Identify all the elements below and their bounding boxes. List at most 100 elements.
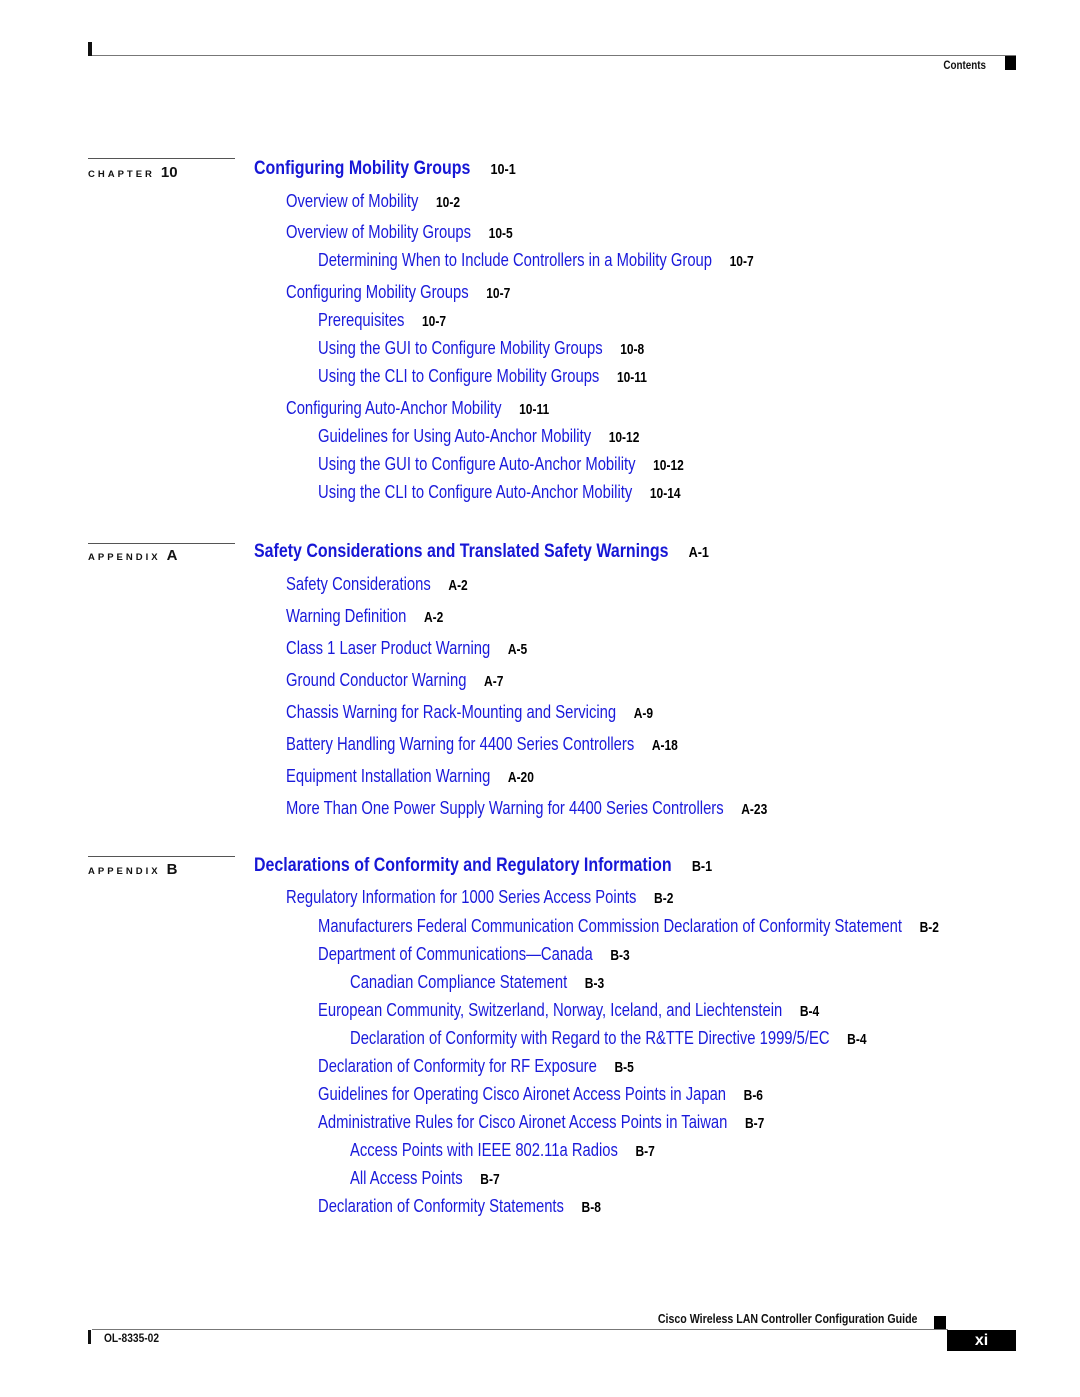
toc-entry[interactable]: Manufacturers Federal Communication Comm… bbox=[318, 915, 939, 937]
toc-entry-text[interactable]: Overview of Mobility Groups bbox=[286, 221, 471, 242]
toc-entry[interactable]: Department of Communications—Canada B-3 bbox=[318, 943, 630, 965]
toc-entry-text[interactable]: Chassis Warning for Rack-Mounting and Se… bbox=[286, 701, 616, 722]
toc-entry[interactable]: Prerequisites 10-7 bbox=[318, 309, 446, 331]
toc-entry-text[interactable]: Using the GUI to Configure Auto-Anchor M… bbox=[318, 453, 636, 474]
toc-entry[interactable]: Access Points with IEEE 802.11a Radios B-… bbox=[350, 1139, 655, 1161]
toc-entry-text[interactable]: Configuring Mobility Groups bbox=[286, 281, 469, 302]
toc-page-number: B-4 bbox=[847, 1031, 867, 1048]
toc-page-number: 10-12 bbox=[608, 429, 640, 446]
toc-entry[interactable]: Administrative Rules for Cisco Aironet A… bbox=[318, 1111, 764, 1133]
section-rule bbox=[88, 543, 235, 544]
toc-entry[interactable]: Safety Considerations A-2 bbox=[286, 573, 468, 595]
toc-page-number: A-9 bbox=[633, 705, 654, 722]
toc-page-number: A-7 bbox=[484, 673, 504, 690]
toc-entry[interactable]: Declaration of Conformity Statements B-8 bbox=[318, 1195, 601, 1217]
toc-title-text[interactable]: Safety Considerations and Translated Saf… bbox=[254, 541, 668, 562]
toc-entry-text[interactable]: Overview of Mobility bbox=[286, 190, 418, 211]
toc-entry[interactable]: Class 1 Laser Product Warning A-5 bbox=[286, 637, 527, 659]
toc-entry-text[interactable]: Declaration of Conformity for RF Exposur… bbox=[318, 1055, 597, 1076]
toc-entry[interactable]: Declaration of Conformity with Regard to… bbox=[350, 1027, 867, 1049]
toc-title-appendix-b[interactable]: Declarations of Conformity and Regulator… bbox=[254, 855, 712, 877]
toc-entry[interactable]: All Access Points B-7 bbox=[350, 1167, 500, 1189]
section-rule bbox=[88, 856, 235, 857]
toc-entry-text[interactable]: Administrative Rules for Cisco Aironet A… bbox=[318, 1111, 727, 1132]
toc-entry[interactable]: Configuring Auto-Anchor Mobility 10-11 bbox=[286, 397, 549, 419]
toc-page-number: B-2 bbox=[654, 890, 674, 907]
footer-page-number: xi bbox=[947, 1330, 1016, 1351]
section-kind: APPENDIX bbox=[88, 866, 161, 877]
toc-entry-text[interactable]: Warning Definition bbox=[286, 605, 406, 626]
toc-entry-text[interactable]: Safety Considerations bbox=[286, 573, 431, 594]
toc-entry-text[interactable]: Prerequisites bbox=[318, 309, 404, 330]
section-number: B bbox=[166, 861, 178, 878]
toc-entry-text[interactable]: Guidelines for Operating Cisco Aironet A… bbox=[318, 1083, 726, 1104]
toc-page-number: B-5 bbox=[614, 1059, 634, 1076]
toc-entry[interactable]: European Community, Switzerland, Norway,… bbox=[318, 999, 819, 1021]
toc-entry-text[interactable]: Declaration of Conformity with Regard to… bbox=[350, 1027, 830, 1048]
toc-entry-text[interactable]: Battery Handling Warning for 4400 Series… bbox=[286, 733, 634, 754]
toc-page-number: 10-11 bbox=[519, 401, 550, 418]
toc-entry[interactable]: Regulatory Information for 1000 Series A… bbox=[286, 886, 673, 908]
toc-entry-text[interactable]: Configuring Auto-Anchor Mobility bbox=[286, 397, 502, 418]
toc-entry[interactable]: Battery Handling Warning for 4400 Series… bbox=[286, 733, 678, 755]
footer-guide-title: Cisco Wireless LAN Controller Configurat… bbox=[657, 1312, 917, 1326]
toc-title-appendix-a[interactable]: Safety Considerations and Translated Saf… bbox=[254, 541, 709, 563]
toc-entry-text[interactable]: Manufacturers Federal Communication Comm… bbox=[318, 915, 902, 936]
toc-title-chapter-10[interactable]: Configuring Mobility Groups 10-1 bbox=[254, 158, 516, 180]
toc-entry[interactable]: Ground Conductor Warning A-7 bbox=[286, 669, 503, 691]
section-kind: APPENDIX bbox=[88, 552, 161, 563]
toc-entry[interactable]: Overview of Mobility 10-2 bbox=[286, 190, 460, 212]
header-section-label: Contents bbox=[943, 58, 986, 72]
toc-entry-text[interactable]: Using the CLI to Configure Mobility Grou… bbox=[318, 365, 599, 386]
toc-page-number: 10-1 bbox=[490, 161, 516, 178]
section-number: A bbox=[166, 547, 178, 564]
toc-entry[interactable]: Overview of Mobility Groups 10-5 bbox=[286, 221, 513, 243]
section-label-appendix-a: APPENDIX A bbox=[88, 547, 177, 564]
toc-entry[interactable]: Guidelines for Operating Cisco Aironet A… bbox=[318, 1083, 763, 1105]
toc-page-number: B-3 bbox=[584, 975, 605, 992]
toc-entry[interactable]: Guidelines for Using Auto-Anchor Mobilit… bbox=[318, 425, 639, 447]
toc-entry[interactable]: Equipment Installation Warning A-20 bbox=[286, 765, 534, 787]
toc-entry[interactable]: Using the GUI to Configure Auto-Anchor M… bbox=[318, 453, 684, 475]
toc-entry-text[interactable]: European Community, Switzerland, Norway,… bbox=[318, 999, 782, 1020]
toc-entry[interactable]: Declaration of Conformity for RF Exposur… bbox=[318, 1055, 634, 1077]
toc-page-number: A-23 bbox=[741, 801, 768, 818]
section-kind: CHAPTER bbox=[88, 169, 155, 180]
toc-entry[interactable]: Determining When to Include Controllers … bbox=[318, 249, 754, 271]
toc-entry-text[interactable]: Canadian Compliance Statement bbox=[350, 971, 567, 992]
toc-entry-text[interactable]: Access Points with IEEE 802.11a Radios bbox=[350, 1139, 618, 1160]
toc-entry[interactable]: Canadian Compliance Statement B-3 bbox=[350, 971, 604, 993]
toc-entry[interactable]: Using the CLI to Configure Mobility Grou… bbox=[318, 365, 647, 387]
header-marker-block bbox=[1005, 56, 1016, 70]
toc-entry[interactable]: Warning Definition A-2 bbox=[286, 605, 443, 627]
toc-entry[interactable]: Using the CLI to Configure Auto-Anchor M… bbox=[318, 481, 681, 503]
toc-entry-text[interactable]: Regulatory Information for 1000 Series A… bbox=[286, 886, 636, 907]
toc-entry[interactable]: More Than One Power Supply Warning for 4… bbox=[286, 797, 767, 819]
toc-entry-text[interactable]: Using the GUI to Configure Mobility Grou… bbox=[318, 337, 603, 358]
toc-entry-text[interactable]: Declaration of Conformity Statements bbox=[318, 1195, 564, 1216]
toc-entry-text[interactable]: Using the CLI to Configure Auto-Anchor M… bbox=[318, 481, 632, 502]
toc-title-text[interactable]: Declarations of Conformity and Regulator… bbox=[254, 855, 672, 876]
toc-entry-text[interactable]: Equipment Installation Warning bbox=[286, 765, 490, 786]
toc-entry[interactable]: Chassis Warning for Rack-Mounting and Se… bbox=[286, 701, 653, 723]
toc-page-number: B-7 bbox=[480, 1171, 500, 1188]
toc-entry-text[interactable]: All Access Points bbox=[350, 1167, 463, 1188]
toc-entry[interactable]: Using the GUI to Configure Mobility Grou… bbox=[318, 337, 644, 359]
footer-rule bbox=[92, 1329, 948, 1330]
toc-entry-text[interactable]: Ground Conductor Warning bbox=[286, 669, 466, 690]
toc-page-number: 10-14 bbox=[649, 485, 681, 502]
toc-page-number: 10-5 bbox=[488, 225, 513, 242]
toc-entry[interactable]: Configuring Mobility Groups 10-7 bbox=[286, 281, 510, 303]
toc-page-number: B-7 bbox=[744, 1115, 765, 1132]
toc-page-number: A-18 bbox=[651, 737, 678, 754]
toc-entry-text[interactable]: More Than One Power Supply Warning for 4… bbox=[286, 797, 724, 818]
toc-entry-text[interactable]: Class 1 Laser Product Warning bbox=[286, 637, 490, 658]
toc-page-number: 10-7 bbox=[421, 313, 446, 330]
toc-title-text[interactable]: Configuring Mobility Groups bbox=[254, 158, 470, 179]
toc-page-number: 10-7 bbox=[486, 285, 511, 302]
toc-page-number: A-1 bbox=[688, 544, 709, 561]
toc-entry-text[interactable]: Guidelines for Using Auto-Anchor Mobilit… bbox=[318, 425, 591, 446]
toc-page-number: 10-12 bbox=[653, 457, 684, 474]
toc-entry-text[interactable]: Determining When to Include Controllers … bbox=[318, 249, 712, 270]
toc-entry-text[interactable]: Department of Communications—Canada bbox=[318, 943, 593, 964]
